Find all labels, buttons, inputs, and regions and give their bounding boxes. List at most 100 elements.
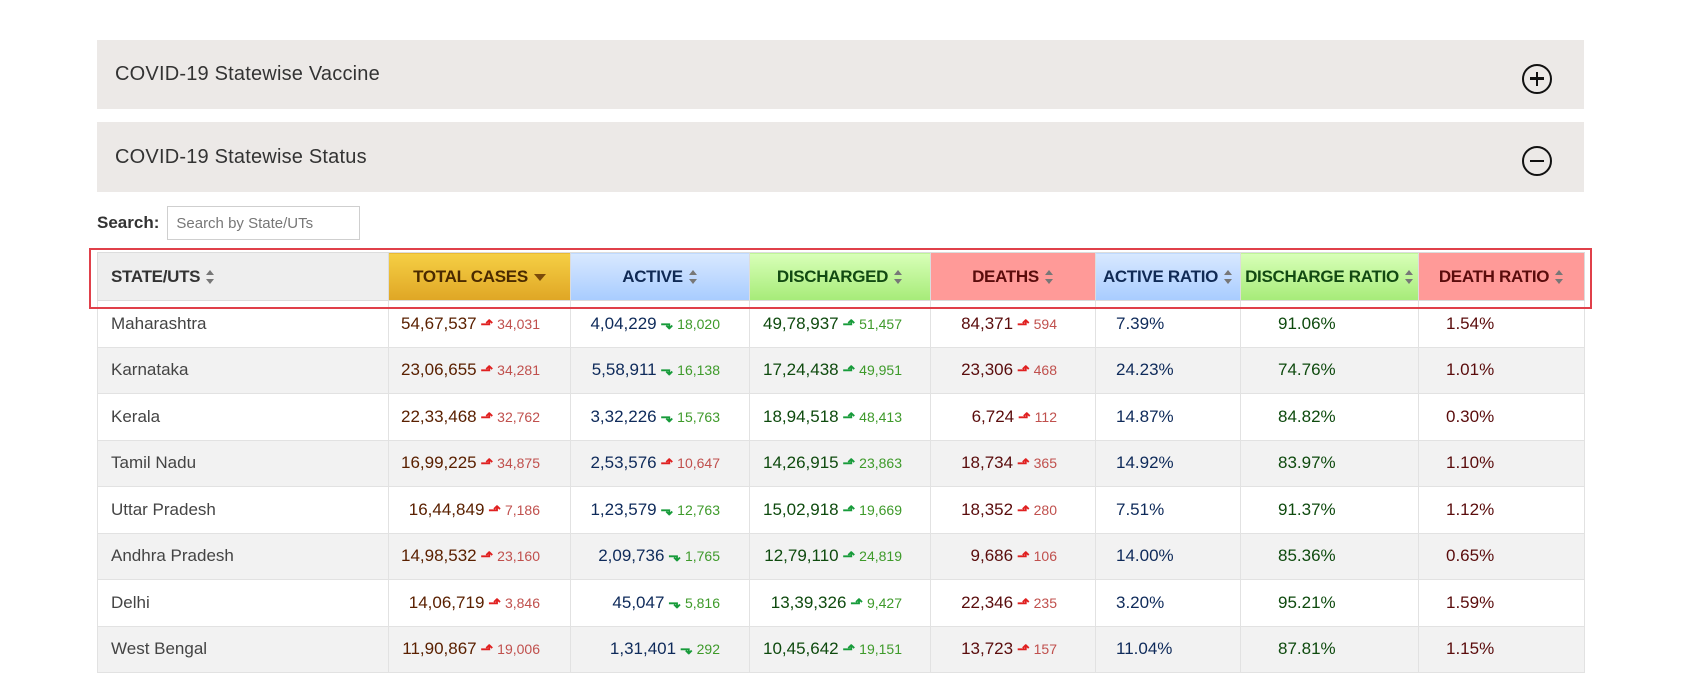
active-value: 2,09,736 xyxy=(598,546,665,566)
discharged-delta: 19,669 xyxy=(859,501,902,518)
statewise-table: STATE/UTS TOTAL CASES ACTIVE DISCHARGED … xyxy=(97,252,1585,673)
cell-deaths: 84,371 ⬏ 594 xyxy=(930,300,1096,348)
sort-icon xyxy=(1555,270,1564,285)
discharged-delta: 24,819 xyxy=(859,548,902,565)
cell-active-ratio: 14.87% xyxy=(1095,393,1241,441)
discharged-value: 10,45,642 xyxy=(762,639,839,659)
deaths-value: 22,346 xyxy=(961,592,1014,612)
deaths-delta: 112 xyxy=(1034,408,1057,425)
header-discharged-label: DISCHARGED xyxy=(776,266,889,286)
discharged-value: 18,94,518 xyxy=(762,406,839,426)
discharged-delta: 49,951 xyxy=(859,362,902,379)
cell-discharged: 18,94,518 ⬏ 48,413 xyxy=(749,393,931,441)
table-row: Karnataka 23,06,655 ⬏ 34,281 5,58,911 ⬎ 16,138… xyxy=(97,346,1585,394)
header-deaths-label: DEATHS xyxy=(972,266,1039,286)
table-row: Delhi 14,06,719 ⬏ 3,846 45,047 ⬎ 5,816 13,39,32… xyxy=(97,579,1585,627)
discharged-value: 17,24,438 xyxy=(762,360,839,380)
discharged-value: 13,39,326 xyxy=(770,592,847,612)
header-active-ratio[interactable]: ACTIVE RATIO xyxy=(1095,252,1241,301)
search-input[interactable] xyxy=(167,206,361,240)
search-row: Search: xyxy=(97,206,361,240)
deaths-value: 18,734 xyxy=(961,453,1014,473)
cell-state: Uttar Pradesh xyxy=(97,486,389,534)
cell-total-cases: 54,67,537 ⬏ 34,031 xyxy=(388,300,571,348)
total-value: 16,99,225 xyxy=(400,453,477,473)
arrow-up-icon: ⬏ xyxy=(842,455,856,473)
table-row: Andhra Pradesh 14,98,532 ⬏ 23,160 2,09,736 ⬎ 1… xyxy=(97,532,1585,580)
header-deaths[interactable]: DEATHS xyxy=(930,252,1096,301)
header-total-label: TOTAL CASES xyxy=(413,266,528,286)
cell-active: 4,04,229 ⬎ 18,020 xyxy=(570,300,750,348)
cell-active: 5,58,911 ⬎ 16,138 xyxy=(570,346,750,394)
sort-icon xyxy=(1044,270,1054,285)
arrow-up-icon: ⬏ xyxy=(1017,362,1030,380)
plus-circle-icon[interactable] xyxy=(1522,63,1552,94)
deaths-delta: 280 xyxy=(1033,501,1057,518)
header-active-label: ACTIVE xyxy=(622,266,683,286)
cell-deaths: 13,723 ⬏ 157 xyxy=(930,625,1096,673)
header-discharge-ratio[interactable]: DISCHARGE RATIO xyxy=(1240,252,1419,301)
cell-discharge-ratio: 74.76% xyxy=(1240,346,1419,394)
discharged-delta: 19,151 xyxy=(859,641,902,658)
cell-discharge-ratio: 83.97% xyxy=(1240,439,1419,487)
arrow-up-icon: ⬏ xyxy=(842,548,856,566)
header-death-ratio-label: DEATH RATIO xyxy=(1438,266,1550,286)
header-active[interactable]: ACTIVE xyxy=(570,252,750,301)
sort-icon xyxy=(1224,270,1233,285)
deaths-delta: 157 xyxy=(1033,641,1057,658)
arrow-down-icon: ⬎ xyxy=(660,315,674,333)
accordion-status[interactable]: COVID-19 Statewise Status xyxy=(97,122,1584,192)
discharged-delta: 48,413 xyxy=(859,408,902,425)
deaths-value: 13,723 xyxy=(961,639,1014,659)
discharged-value: 12,79,110 xyxy=(764,546,839,566)
active-delta: 1,765 xyxy=(684,548,720,565)
table-row: Kerala 22,33,468 ⬏ 32,762 3,32,226 ⬎ 15,763 18,… xyxy=(97,393,1585,441)
deaths-value: 18,352 xyxy=(961,499,1014,519)
active-delta: 15,763 xyxy=(677,408,720,425)
deaths-value: 9,686 xyxy=(970,546,1014,566)
cell-state: Karnataka xyxy=(97,346,389,394)
active-delta: 16,138 xyxy=(677,362,720,379)
header-state-label: STATE/UTS xyxy=(111,266,201,286)
cell-total-cases: 11,90,867 ⬏ 19,006 xyxy=(388,625,571,673)
cell-discharged: 13,39,326 ⬏ 9,427 xyxy=(749,579,931,627)
discharged-delta: 23,863 xyxy=(859,455,902,472)
cell-state: Kerala xyxy=(97,393,389,441)
cell-discharge-ratio: 84.82% xyxy=(1240,393,1419,441)
cell-active: 2,09,736 ⬎ 1,765 xyxy=(570,532,750,580)
arrow-up-icon: ⬏ xyxy=(842,501,856,519)
header-discharged[interactable]: DISCHARGED xyxy=(749,252,931,301)
discharged-value: 49,78,937 xyxy=(762,313,839,333)
arrow-up-icon: ⬏ xyxy=(1017,315,1030,333)
header-active-ratio-label: ACTIVE RATIO xyxy=(1102,266,1219,286)
arrow-up-icon: ⬏ xyxy=(842,315,856,333)
table-body: Maharashtra 54,67,537 ⬏ 34,031 4,04,229 ⬎ 18,0… xyxy=(97,300,1585,673)
total-delta: 23,160 xyxy=(497,548,540,565)
active-delta: 5,816 xyxy=(684,594,720,611)
arrow-down-icon: ⬎ xyxy=(668,594,681,612)
arrow-up-icon: ⬏ xyxy=(488,501,501,519)
header-death-ratio[interactable]: DEATH RATIO xyxy=(1418,252,1585,301)
cell-active-ratio: 7.51% xyxy=(1095,486,1241,534)
header-state[interactable]: STATE/UTS xyxy=(97,252,389,301)
cell-total-cases: 22,33,468 ⬏ 32,762 xyxy=(388,393,571,441)
cell-active-ratio: 14.00% xyxy=(1095,532,1241,580)
deaths-value: 6,724 xyxy=(971,406,1015,426)
cell-deaths: 6,724 ⬏ 112 xyxy=(930,393,1096,441)
arrow-up-icon: ⬏ xyxy=(1017,641,1030,659)
cell-active: 45,047 ⬎ 5,816 xyxy=(570,579,750,627)
arrow-up-icon: ⬏ xyxy=(1017,455,1030,473)
deaths-value: 84,371 xyxy=(961,313,1014,333)
accordion-status-title: COVID-19 Statewise Status xyxy=(115,145,367,168)
cell-state: Maharashtra xyxy=(97,300,389,348)
accordion-vaccine[interactable]: COVID-19 Statewise Vaccine xyxy=(97,40,1584,109)
arrow-down-icon: ⬎ xyxy=(680,641,693,659)
cell-discharged: 49,78,937 ⬏ 51,457 xyxy=(749,300,931,348)
cell-active-ratio: 3.20% xyxy=(1095,579,1241,627)
minus-circle-icon[interactable] xyxy=(1522,146,1552,176)
arrow-up-icon: ⬏ xyxy=(842,641,856,659)
header-total-cases[interactable]: TOTAL CASES xyxy=(388,252,571,301)
arrow-up-icon: ⬏ xyxy=(480,548,494,566)
deaths-delta: 106 xyxy=(1033,548,1057,565)
active-delta: 12,763 xyxy=(677,501,720,518)
